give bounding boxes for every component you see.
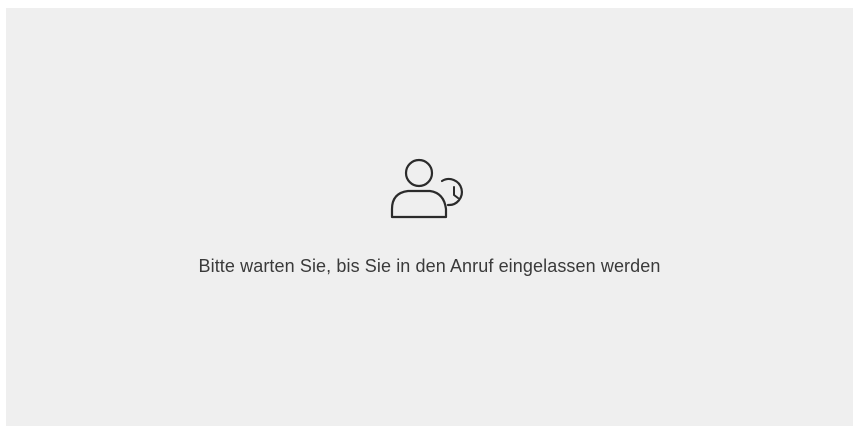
person-waiting-clock-icon: [386, 153, 476, 225]
lobby-waiting-panel: Bitte warten Sie, bis Sie in den Anruf e…: [6, 8, 853, 426]
waiting-message: Bitte warten Sie, bis Sie in den Anruf e…: [198, 256, 661, 276]
lobby-content: Bitte warten Sie, bis Sie in den Anruf e…: [6, 8, 853, 426]
